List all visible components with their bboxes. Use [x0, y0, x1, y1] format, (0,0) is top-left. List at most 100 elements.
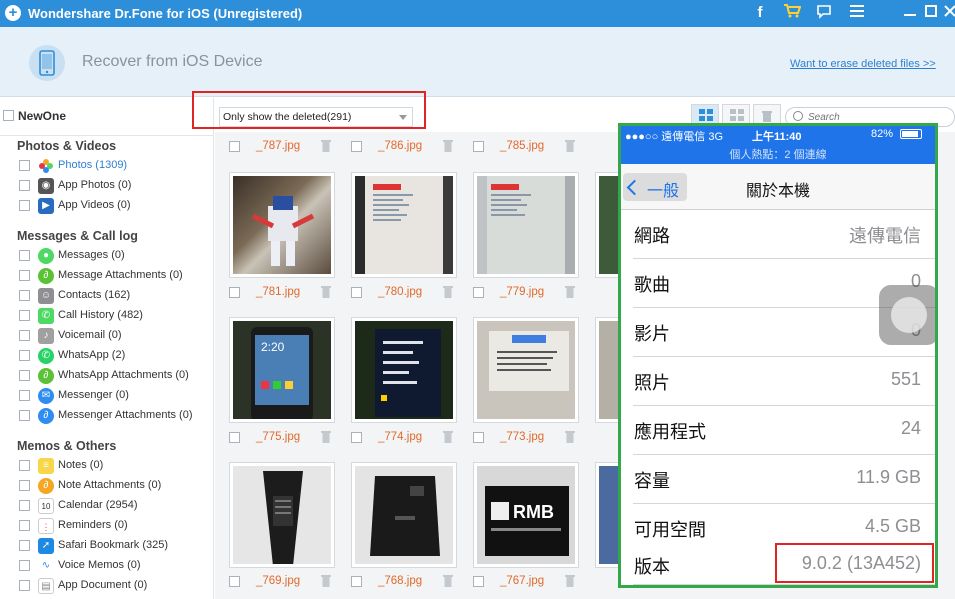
cart-icon[interactable] [782, 3, 802, 23]
app-document-checkbox[interactable] [19, 580, 30, 591]
maximize-icon[interactable] [921, 3, 941, 23]
trash-icon[interactable] [443, 285, 453, 298]
app-videos-checkbox[interactable] [19, 200, 30, 211]
voice-memos-checkbox[interactable] [19, 560, 30, 571]
photo-thumbnail[interactable] [473, 172, 579, 278]
photo-thumbnail[interactable] [229, 462, 335, 568]
sidebar-item-whatsapp[interactable]: ✆ WhatsApp (2) [19, 347, 214, 365]
erase-deleted-files-link[interactable]: Want to erase deleted files >> [790, 58, 936, 70]
menu-icon[interactable] [847, 3, 867, 23]
file-checkbox[interactable] [229, 576, 240, 587]
file-checkbox[interactable] [351, 432, 362, 443]
messenger-attachments-checkbox[interactable] [19, 410, 30, 421]
sidebar-item-contacts[interactable]: ☺ Contacts (162) [19, 287, 214, 305]
messenger-checkbox[interactable] [19, 390, 30, 401]
file-item[interactable]: _768.jpg [351, 573, 471, 591]
file-checkbox[interactable] [473, 141, 484, 152]
whatsapp-attachments-checkbox[interactable] [19, 370, 30, 381]
facebook-icon[interactable]: f [750, 3, 770, 23]
sidebar-item-messages[interactable]: ● Messages (0) [19, 247, 214, 265]
file-item[interactable]: _775.jpg [229, 429, 349, 447]
feedback-icon[interactable] [814, 3, 834, 23]
file-checkbox[interactable] [473, 576, 484, 587]
sidebar-item-app-photos[interactable]: ◉ App Photos (0) [19, 177, 214, 195]
sidebar-item-voice-memos[interactable]: ∿ Voice Memos (0) [19, 557, 214, 575]
photos-checkbox[interactable] [19, 160, 30, 171]
trash-icon[interactable] [321, 430, 331, 443]
trash-icon[interactable] [443, 574, 453, 587]
minimize-icon[interactable] [900, 3, 920, 23]
svg-text:RMB: RMB [513, 502, 554, 522]
file-checkbox[interactable] [473, 287, 484, 298]
photo-thumbnail[interactable] [351, 317, 457, 423]
sidebar-item-message-attachments[interactable]: ∂ Message Attachments (0) [19, 267, 214, 285]
device-checkbox[interactable] [3, 110, 14, 121]
reminders-checkbox[interactable] [19, 520, 30, 531]
note-attachments-checkbox[interactable] [19, 480, 30, 491]
messages-checkbox[interactable] [19, 250, 30, 261]
sidebar-item-safari-bookmark[interactable]: ➚ Safari Bookmark (325) [19, 537, 214, 555]
sidebar-item-label: Photos (1309) [58, 159, 128, 171]
file-checkbox[interactable] [351, 287, 362, 298]
file-item[interactable]: _781.jpg [229, 284, 349, 302]
file-checkbox[interactable] [229, 141, 240, 152]
notes-checkbox[interactable] [19, 460, 30, 471]
safari-bookmark-checkbox[interactable] [19, 540, 30, 551]
calendar-checkbox[interactable] [19, 500, 30, 511]
app-photos-checkbox[interactable] [19, 180, 30, 191]
file-item[interactable]: _774.jpg [351, 429, 471, 447]
trash-icon[interactable] [321, 574, 331, 587]
trash-icon[interactable] [321, 285, 331, 298]
file-item[interactable]: _785.jpg [473, 138, 593, 156]
trash-icon[interactable] [565, 430, 575, 443]
file-item[interactable]: _769.jpg [229, 573, 349, 591]
close-icon[interactable] [940, 3, 955, 23]
sidebar-item-notes[interactable]: ≡ Notes (0) [19, 457, 214, 475]
photo-thumbnail[interactable] [351, 462, 457, 568]
call-history-checkbox[interactable] [19, 310, 30, 321]
file-item[interactable]: _786.jpg [351, 138, 471, 156]
trash-icon[interactable] [565, 285, 575, 298]
trash-icon[interactable] [443, 139, 453, 152]
file-item[interactable]: _780.jpg [351, 284, 471, 302]
sidebar-item-note-attachments[interactable]: ∂ Note Attachments (0) [19, 477, 214, 495]
file-item[interactable]: _787.jpg [229, 138, 349, 156]
photo-thumbnail[interactable]: RMB [473, 462, 579, 568]
sidebar-item-call-history[interactable]: ✆ Call History (482) [19, 307, 214, 325]
file-checkbox[interactable] [229, 287, 240, 298]
file-checkbox[interactable] [229, 432, 240, 443]
sidebar-item-whatsapp-attachments[interactable]: ∂ WhatsApp Attachments (0) [19, 367, 214, 385]
file-checkbox[interactable] [351, 141, 362, 152]
trash-icon[interactable] [321, 139, 331, 152]
search-input[interactable] [808, 110, 948, 124]
trash-icon[interactable] [565, 139, 575, 152]
ios-status-bar: ●●●○○ 遠傳電信 3G 上午11:40 82% 個人熱點：2 個連線 [621, 126, 935, 164]
sidebar-item-messenger-attachments[interactable]: ∂ Messenger Attachments (0) [19, 407, 214, 425]
contacts-checkbox[interactable] [19, 290, 30, 301]
sidebar-item-app-document[interactable]: ▤ App Document (0) [19, 577, 214, 595]
file-item[interactable]: _779.jpg [473, 284, 593, 302]
photo-thumbnail[interactable] [229, 172, 335, 278]
photo-thumbnail[interactable] [473, 317, 579, 423]
file-item[interactable]: _767.jpg [473, 573, 593, 591]
file-checkbox[interactable] [473, 432, 484, 443]
sidebar-item-photos[interactable]: Photos (1309) [19, 157, 214, 175]
sidebar-item-reminders[interactable]: ⋮ Reminders (0) [19, 517, 214, 535]
device-row[interactable]: NewOne [0, 98, 214, 136]
file-checkbox[interactable] [351, 576, 362, 587]
trash-icon[interactable] [565, 574, 575, 587]
file-item[interactable]: _773.jpg [473, 429, 593, 447]
trash-icon[interactable] [443, 430, 453, 443]
sidebar-item-voicemail[interactable]: ♪ Voicemail (0) [19, 327, 214, 345]
sidebar-item-messenger[interactable]: ✉ Messenger (0) [19, 387, 214, 405]
photo-thumbnail[interactable]: 2:20 [229, 317, 335, 423]
sidebar-item-app-videos[interactable]: ▶ App Videos (0) [19, 197, 214, 215]
sidebar-item-calendar[interactable]: 10 Calendar (2954) [19, 497, 214, 515]
photo-thumbnail[interactable] [351, 172, 457, 278]
section-title-messages: Messages & Call log [17, 229, 138, 243]
message-attachments-checkbox[interactable] [19, 270, 30, 281]
whatsapp-checkbox[interactable] [19, 350, 30, 361]
assistive-touch-button[interactable] [879, 285, 935, 345]
app-logo-icon: + [5, 5, 21, 21]
voicemail-checkbox[interactable] [19, 330, 30, 341]
